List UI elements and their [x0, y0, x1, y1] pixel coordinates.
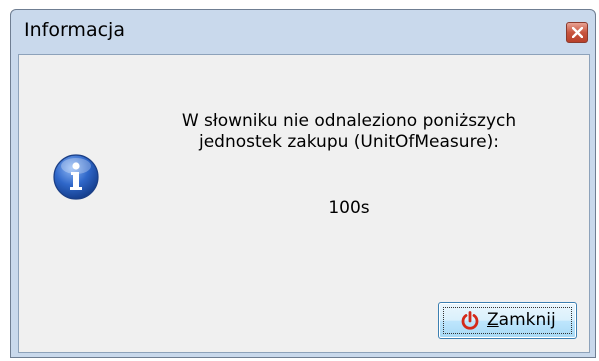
window-title: Informacja	[24, 19, 125, 41]
close-button-label: Zamknij	[487, 310, 556, 330]
info-icon	[53, 154, 99, 200]
title-bar[interactable]: Informacja	[11, 10, 595, 54]
message-line: W słowniku nie odnaleziono poniższych	[181, 111, 517, 131]
message-text: W słowniku nie odnaleziono poniższych je…	[129, 111, 569, 153]
power-icon	[461, 311, 479, 330]
message-line: jednostek zakupu (UnitOfMeasure):	[199, 132, 499, 152]
dialog-content: W słowniku nie odnaleziono poniższych je…	[18, 54, 590, 353]
dialog-window: Informacja W słowniku nie odnaleziono po…	[10, 9, 596, 358]
missing-unit-value: 100s	[328, 198, 370, 218]
close-icon	[572, 27, 583, 38]
close-button[interactable]: Zamknij	[438, 302, 577, 339]
window-close-button[interactable]	[566, 22, 588, 43]
